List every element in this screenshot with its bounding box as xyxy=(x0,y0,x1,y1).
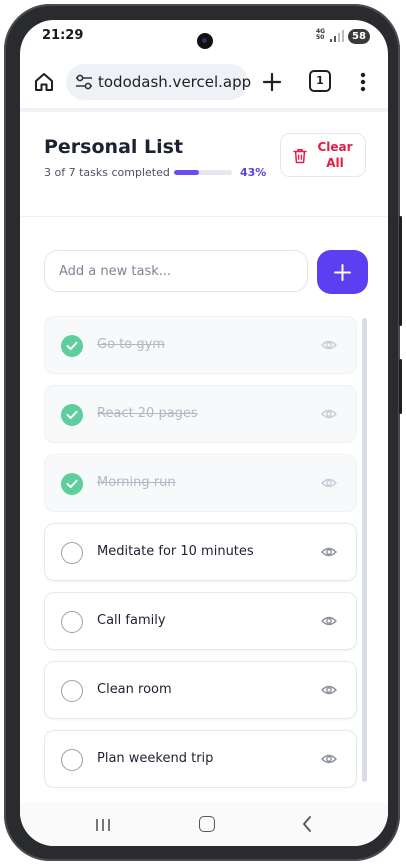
eye-icon[interactable] xyxy=(321,615,337,627)
task-item[interactable]: Go to gym xyxy=(44,316,357,374)
task-item[interactable]: Morning run xyxy=(44,454,357,512)
task-label: Plan weekend trip xyxy=(97,751,214,766)
eye-icon[interactable] xyxy=(321,546,337,558)
task-item[interactable]: Call family xyxy=(44,592,357,650)
new-task-input[interactable] xyxy=(44,250,308,292)
task-checkbox[interactable] xyxy=(61,749,83,771)
task-checkbox[interactable] xyxy=(61,611,83,633)
browser-toolbar: tododash.vercel.app 1 xyxy=(20,56,388,108)
task-list: Go to gym React 20 pages Morning run Medita… xyxy=(44,316,360,788)
task-checkbox-checked[interactable] xyxy=(61,404,83,426)
task-label: Clean room xyxy=(97,682,172,697)
recents-icon[interactable] xyxy=(95,818,111,832)
signal-icon xyxy=(330,30,344,42)
task-label: Call family xyxy=(97,613,166,628)
progress-text: 3 of 7 tasks completed xyxy=(44,166,170,179)
front-camera xyxy=(197,33,213,49)
eye-icon[interactable] xyxy=(321,408,337,420)
screen: 21:29 4G 50 58 tododash.vercel.app 1 Per… xyxy=(20,20,388,846)
page-title: Personal List xyxy=(44,136,184,158)
tune-icon[interactable] xyxy=(75,74,93,90)
new-tab-icon[interactable] xyxy=(259,69,285,95)
progress-fill xyxy=(174,170,199,175)
task-list-scrollbar[interactable] xyxy=(362,318,367,782)
check-icon xyxy=(66,341,78,350)
task-label: React 20 pages xyxy=(97,406,198,421)
home-icon[interactable] xyxy=(32,70,56,94)
task-checkbox-checked[interactable] xyxy=(61,335,83,357)
app-content: Personal List 3 of 7 tasks completed 43%… xyxy=(20,108,388,802)
url-text[interactable]: tododash.vercel.app xyxy=(98,73,251,91)
task-label: Go to gym xyxy=(97,337,165,352)
eye-icon[interactable] xyxy=(321,477,337,489)
header-divider xyxy=(20,108,388,112)
task-item[interactable]: React 20 pages xyxy=(44,385,357,443)
back-icon[interactable] xyxy=(302,816,312,832)
battery-indicator: 58 xyxy=(348,29,370,44)
eye-icon[interactable] xyxy=(321,339,337,351)
clear-label-line1: Clear xyxy=(317,140,353,154)
section-divider xyxy=(20,216,388,217)
trash-icon xyxy=(293,149,307,164)
task-item[interactable]: Clean room xyxy=(44,661,357,719)
plus-icon xyxy=(334,264,351,281)
more-vert-icon[interactable] xyxy=(360,70,366,94)
nav-home-icon[interactable] xyxy=(199,816,215,832)
task-checkbox-checked[interactable] xyxy=(61,473,83,495)
phone-frame: 21:29 4G 50 58 tododash.vercel.app 1 Per… xyxy=(4,4,402,861)
task-item[interactable]: Plan weekend trip xyxy=(44,730,357,788)
status-time: 21:29 xyxy=(42,28,84,43)
task-label: Morning run xyxy=(97,475,176,490)
add-task-button[interactable] xyxy=(317,250,368,294)
system-nav-bar xyxy=(20,802,388,846)
volume-button xyxy=(399,216,402,326)
task-label: Meditate for 10 minutes xyxy=(97,544,254,559)
status-bar: 21:29 4G 50 58 xyxy=(20,20,388,56)
clear-all-button[interactable]: Clear All xyxy=(280,133,366,177)
network-indicator: 4G 50 xyxy=(316,29,325,41)
eye-icon[interactable] xyxy=(321,684,337,696)
check-icon xyxy=(66,479,78,488)
clear-all-label: Clear All xyxy=(315,139,355,171)
check-icon xyxy=(66,410,78,419)
task-checkbox[interactable] xyxy=(61,680,83,702)
task-item[interactable]: Meditate for 10 minutes xyxy=(44,523,357,581)
power-button xyxy=(399,359,402,414)
tabs-icon[interactable]: 1 xyxy=(309,70,331,92)
progress-percent: 43% xyxy=(240,166,267,179)
progress-bar xyxy=(174,170,232,175)
address-bar[interactable]: tododash.vercel.app xyxy=(66,64,251,100)
clear-label-line2: All xyxy=(326,156,344,170)
network-speed: 50 xyxy=(316,34,325,41)
task-checkbox[interactable] xyxy=(61,542,83,564)
eye-icon[interactable] xyxy=(321,753,337,765)
